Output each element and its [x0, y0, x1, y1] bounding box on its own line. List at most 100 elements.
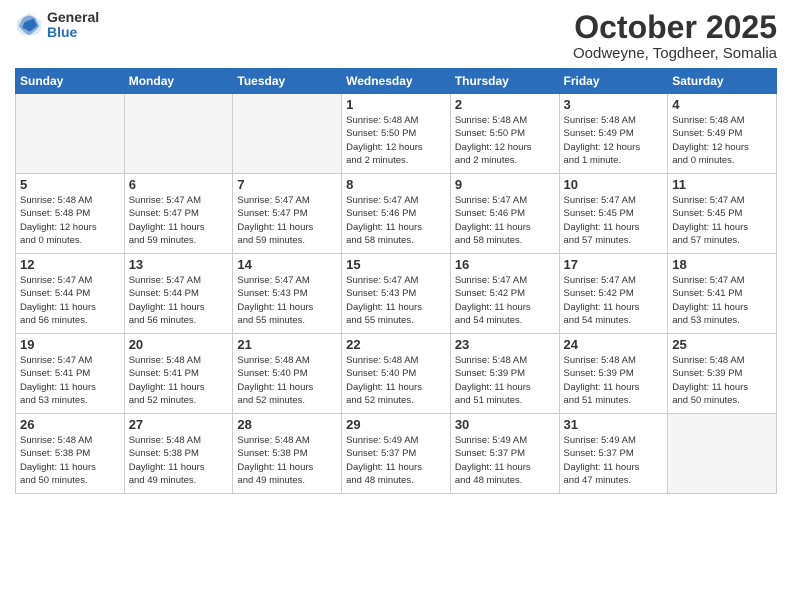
week-row-3: 19Sunrise: 5:47 AM Sunset: 5:41 PM Dayli…: [16, 334, 777, 414]
day-number-2-1: 13: [129, 257, 229, 272]
day-info-0-6: Sunrise: 5:48 AM Sunset: 5:49 PM Dayligh…: [672, 114, 772, 167]
day-info-3-6: Sunrise: 5:48 AM Sunset: 5:39 PM Dayligh…: [672, 354, 772, 407]
page-container: General Blue October 2025 Oodweyne, Togd…: [0, 0, 792, 504]
day-cell-0-3: 1 Sunrise: 5:48 AM Sunset: 5:50 PM Daylig…: [342, 94, 451, 174]
day-info-2-3: Sunrise: 5:47 AM Sunset: 5:43 PM Dayligh…: [346, 274, 446, 327]
day-info-1-0: Sunrise: 5:48 AM Sunset: 5:48 PM Dayligh…: [20, 194, 120, 247]
day-info-3-5: Sunrise: 5:48 AM Sunset: 5:39 PM Dayligh…: [564, 354, 664, 407]
day-number-0-3: 1: [346, 97, 446, 112]
day-cell-1-4: 9Sunrise: 5:47 AM Sunset: 5:46 PM Daylig…: [450, 174, 559, 254]
day-cell-0-1: [124, 94, 233, 174]
header-thursday: Thursday: [450, 69, 559, 94]
location: Oodweyne, Togdheer, Somalia: [573, 45, 777, 62]
header: General Blue October 2025 Oodweyne, Togd…: [15, 10, 777, 62]
logo: General Blue: [15, 10, 99, 41]
day-cell-3-6: 25 Sunrise: 5:48 AM Sunset: 5:39 PM Dayli…: [668, 334, 777, 414]
day-info-1-5: Sunrise: 5:47 AM Sunset: 5:45 PM Dayligh…: [564, 194, 664, 247]
header-monday: Monday: [124, 69, 233, 94]
day-cell-1-6: 11Sunrise: 5:47 AM Sunset: 5:45 PM Dayli…: [668, 174, 777, 254]
day-info-1-1: Sunrise: 5:47 AM Sunset: 5:47 PM Dayligh…: [129, 194, 229, 247]
day-cell-3-0: 19Sunrise: 5:47 AM Sunset: 5:41 PM Dayli…: [16, 334, 125, 414]
day-info-1-3: Sunrise: 5:47 AM Sunset: 5:46 PM Dayligh…: [346, 194, 446, 247]
day-info-3-2: Sunrise: 5:48 AM Sunset: 5:40 PM Dayligh…: [237, 354, 337, 407]
day-cell-1-1: 6 Sunrise: 5:47 AM Sunset: 5:47 PM Daylig…: [124, 174, 233, 254]
day-number-1-1: 6: [129, 177, 229, 192]
day-info-0-3: Sunrise: 5:48 AM Sunset: 5:50 PM Dayligh…: [346, 114, 446, 167]
day-number-4-4: 30: [455, 417, 555, 432]
day-cell-2-3: 15 Sunrise: 5:47 AM Sunset: 5:43 PM Dayli…: [342, 254, 451, 334]
day-info-2-1: Sunrise: 5:47 AM Sunset: 5:44 PM Dayligh…: [129, 274, 229, 327]
day-number-1-2: 7: [237, 177, 337, 192]
day-cell-2-5: 17 Sunrise: 5:47 AM Sunset: 5:42 PM Dayli…: [559, 254, 668, 334]
logo-icon: [15, 11, 43, 39]
day-info-2-2: Sunrise: 5:47 AM Sunset: 5:43 PM Dayligh…: [237, 274, 337, 327]
day-number-2-3: 15: [346, 257, 446, 272]
day-cell-4-1: 27 Sunrise: 5:48 AM Sunset: 5:38 PM Dayli…: [124, 414, 233, 494]
week-row-4: 26Sunrise: 5:48 AM Sunset: 5:38 PM Dayli…: [16, 414, 777, 494]
day-cell-1-3: 8 Sunrise: 5:47 AM Sunset: 5:46 PM Daylig…: [342, 174, 451, 254]
header-friday: Friday: [559, 69, 668, 94]
month-title: October 2025: [573, 10, 777, 45]
week-row-2: 12 Sunrise: 5:47 AM Sunset: 5:44 PM Dayli…: [16, 254, 777, 334]
day-number-3-4: 23: [455, 337, 555, 352]
weekday-header-row: Sunday Monday Tuesday Wednesday Thursday…: [16, 69, 777, 94]
header-saturday: Saturday: [668, 69, 777, 94]
day-cell-4-5: 31 Sunrise: 5:49 AM Sunset: 5:37 PM Dayli…: [559, 414, 668, 494]
day-cell-4-3: 29 Sunrise: 5:49 AM Sunset: 5:37 PM Dayli…: [342, 414, 451, 494]
day-info-4-5: Sunrise: 5:49 AM Sunset: 5:37 PM Dayligh…: [564, 434, 664, 487]
day-cell-3-3: 22Sunrise: 5:48 AM Sunset: 5:40 PM Dayli…: [342, 334, 451, 414]
day-number-4-1: 27: [129, 417, 229, 432]
day-info-1-2: Sunrise: 5:47 AM Sunset: 5:47 PM Dayligh…: [237, 194, 337, 247]
day-number-1-3: 8: [346, 177, 446, 192]
day-cell-0-5: 3 Sunrise: 5:48 AM Sunset: 5:49 PM Daylig…: [559, 94, 668, 174]
day-cell-4-2: 28 Sunrise: 5:48 AM Sunset: 5:38 PM Dayli…: [233, 414, 342, 494]
day-info-2-4: Sunrise: 5:47 AM Sunset: 5:42 PM Dayligh…: [455, 274, 555, 327]
day-number-2-6: 18: [672, 257, 772, 272]
week-row-0: 1 Sunrise: 5:48 AM Sunset: 5:50 PM Daylig…: [16, 94, 777, 174]
day-info-4-3: Sunrise: 5:49 AM Sunset: 5:37 PM Dayligh…: [346, 434, 446, 487]
header-tuesday: Tuesday: [233, 69, 342, 94]
day-number-3-2: 21: [237, 337, 337, 352]
day-number-2-5: 17: [564, 257, 664, 272]
day-info-3-1: Sunrise: 5:48 AM Sunset: 5:41 PM Dayligh…: [129, 354, 229, 407]
day-number-1-0: 5: [20, 177, 120, 192]
day-info-4-2: Sunrise: 5:48 AM Sunset: 5:38 PM Dayligh…: [237, 434, 337, 487]
day-number-3-5: 24: [564, 337, 664, 352]
day-number-0-5: 3: [564, 97, 664, 112]
day-number-4-2: 28: [237, 417, 337, 432]
day-cell-4-0: 26Sunrise: 5:48 AM Sunset: 5:38 PM Dayli…: [16, 414, 125, 494]
day-number-2-2: 14: [237, 257, 337, 272]
day-cell-1-5: 10Sunrise: 5:47 AM Sunset: 5:45 PM Dayli…: [559, 174, 668, 254]
day-info-4-4: Sunrise: 5:49 AM Sunset: 5:37 PM Dayligh…: [455, 434, 555, 487]
day-cell-0-2: [233, 94, 342, 174]
day-number-0-4: 2: [455, 97, 555, 112]
day-number-3-3: 22: [346, 337, 446, 352]
day-cell-3-5: 24 Sunrise: 5:48 AM Sunset: 5:39 PM Dayli…: [559, 334, 668, 414]
title-block: October 2025 Oodweyne, Togdheer, Somalia: [573, 10, 777, 62]
day-cell-2-1: 13 Sunrise: 5:47 AM Sunset: 5:44 PM Dayli…: [124, 254, 233, 334]
day-info-2-5: Sunrise: 5:47 AM Sunset: 5:42 PM Dayligh…: [564, 274, 664, 327]
day-number-3-1: 20: [129, 337, 229, 352]
day-cell-0-6: 4 Sunrise: 5:48 AM Sunset: 5:49 PM Daylig…: [668, 94, 777, 174]
day-number-3-6: 25: [672, 337, 772, 352]
day-cell-0-0: [16, 94, 125, 174]
day-number-4-5: 31: [564, 417, 664, 432]
day-cell-3-2: 21 Sunrise: 5:48 AM Sunset: 5:40 PM Dayli…: [233, 334, 342, 414]
day-number-4-3: 29: [346, 417, 446, 432]
header-sunday: Sunday: [16, 69, 125, 94]
logo-blue: Blue: [47, 25, 99, 40]
day-info-4-1: Sunrise: 5:48 AM Sunset: 5:38 PM Dayligh…: [129, 434, 229, 487]
day-number-2-4: 16: [455, 257, 555, 272]
day-cell-2-2: 14 Sunrise: 5:47 AM Sunset: 5:43 PM Dayli…: [233, 254, 342, 334]
day-info-0-5: Sunrise: 5:48 AM Sunset: 5:49 PM Dayligh…: [564, 114, 664, 167]
day-cell-2-4: 16 Sunrise: 5:47 AM Sunset: 5:42 PM Dayli…: [450, 254, 559, 334]
day-cell-4-6: [668, 414, 777, 494]
day-number-0-6: 4: [672, 97, 772, 112]
day-info-0-4: Sunrise: 5:48 AM Sunset: 5:50 PM Dayligh…: [455, 114, 555, 167]
logo-general: General: [47, 10, 99, 25]
day-info-3-4: Sunrise: 5:48 AM Sunset: 5:39 PM Dayligh…: [455, 354, 555, 407]
day-cell-1-2: 7 Sunrise: 5:47 AM Sunset: 5:47 PM Daylig…: [233, 174, 342, 254]
day-cell-2-0: 12Sunrise: 5:47 AM Sunset: 5:44 PM Dayli…: [16, 254, 125, 334]
day-number-2-0: 12: [20, 257, 120, 272]
day-cell-1-0: 5 Sunrise: 5:48 AM Sunset: 5:48 PM Daylig…: [16, 174, 125, 254]
